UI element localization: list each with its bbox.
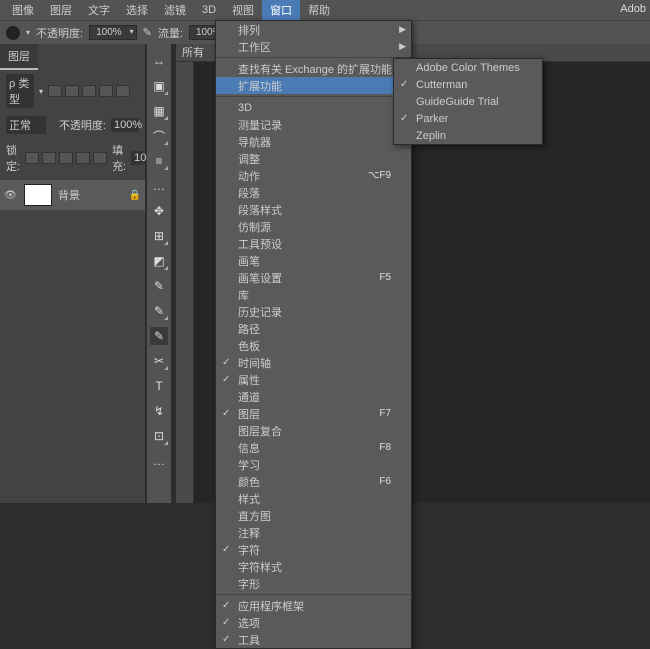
flow-label: 流量: <box>158 25 183 41</box>
menu-item[interactable]: 学习 <box>216 456 411 473</box>
tool-5[interactable]: … <box>150 177 168 195</box>
app-label: Adob <box>620 3 646 15</box>
menu-item[interactable]: 画笔 <box>216 252 411 269</box>
menu-图像[interactable]: 图像 <box>4 0 42 21</box>
menu-item[interactable]: 历史记录 <box>216 303 411 320</box>
lock-badges[interactable] <box>25 152 107 164</box>
side-toolbar: ↔▣▦⌒≡…✥⊞◩✎✎✎✂T↯⊡… <box>147 44 171 503</box>
tool-16[interactable]: … <box>150 452 168 470</box>
tool-14[interactable]: ↯ <box>150 402 168 420</box>
layers-tab[interactable]: 图层 <box>0 44 38 70</box>
menu-item[interactable]: 导航器 <box>216 133 411 150</box>
ruler-vertical <box>176 62 194 503</box>
menu-item[interactable]: 色板 <box>216 337 411 354</box>
menu-图层[interactable]: 图层 <box>42 0 80 21</box>
menu-3D[interactable]: 3D <box>194 1 224 19</box>
tool-6[interactable]: ✥ <box>150 202 168 220</box>
tool-12[interactable]: ✂ <box>150 352 168 370</box>
tool-11[interactable]: ✎ <box>150 327 168 345</box>
menu-item[interactable]: 查找有关 Exchange 的扩展功能… <box>216 60 411 77</box>
menu-选择[interactable]: 选择 <box>118 0 156 21</box>
tool-10[interactable]: ✎ <box>150 302 168 320</box>
menu-视图[interactable]: 视图 <box>224 0 262 21</box>
menu-文字[interactable]: 文字 <box>80 0 118 21</box>
tool-15[interactable]: ⊡ <box>150 427 168 445</box>
pressure-icon[interactable]: ✎ <box>143 26 152 39</box>
menu-帮助[interactable]: 帮助 <box>300 0 338 21</box>
menu-item[interactable]: 仿制源 <box>216 218 411 235</box>
menu-item[interactable]: ✓Parker <box>394 110 542 127</box>
tool-3[interactable]: ⌒ <box>150 127 168 145</box>
menu-滤镜[interactable]: 滤镜 <box>156 0 194 21</box>
menu-item[interactable]: ✓Cutterman <box>394 76 542 93</box>
menu-item[interactable]: 动作⌥F9 <box>216 167 411 184</box>
extensions-submenu: Adobe Color Themes✓CuttermanGuideGuide T… <box>393 58 543 145</box>
menu-item[interactable]: 扩展功能▶ <box>216 77 411 94</box>
menu-item[interactable]: ✓属性 <box>216 371 411 388</box>
tool-8[interactable]: ◩ <box>150 252 168 270</box>
menu-item[interactable]: 测量记录 <box>216 116 411 133</box>
menu-item[interactable]: 字符样式 <box>216 558 411 575</box>
tool-13[interactable]: T <box>150 377 168 395</box>
opacity-label: 不透明度: <box>36 25 83 41</box>
layer-name[interactable]: 背景 <box>58 187 80 203</box>
menu-item[interactable]: 3D <box>216 99 411 116</box>
menu-item[interactable]: 工作区▶ <box>216 38 411 55</box>
filter-kind[interactable]: ρ 类型 <box>6 74 34 108</box>
fill-label: 填充: <box>112 142 126 174</box>
menu-item[interactable]: 样式 <box>216 490 411 507</box>
menu-item[interactable]: 路径 <box>216 320 411 337</box>
menu-item[interactable]: ✓字符 <box>216 541 411 558</box>
opacity-label: 不透明度: <box>59 117 106 133</box>
menu-item[interactable]: 图层复合 <box>216 422 411 439</box>
menu-item[interactable]: 调整 <box>216 150 411 167</box>
menu-item[interactable]: ✓应用程序框架 <box>216 597 411 614</box>
tool-2[interactable]: ▦ <box>150 102 168 120</box>
menu-item[interactable]: 通道 <box>216 388 411 405</box>
layer-opacity[interactable]: 100% <box>111 118 139 132</box>
menu-item[interactable]: GuideGuide Trial <box>394 93 542 110</box>
menu-item[interactable]: ✓选项 <box>216 614 411 631</box>
menu-item[interactable]: 段落 <box>216 184 411 201</box>
chevron-icon: ▾ <box>39 87 43 96</box>
layer-thumb[interactable] <box>24 184 52 206</box>
tool-7[interactable]: ⊞ <box>150 227 168 245</box>
menu-item[interactable]: 直方图 <box>216 507 411 524</box>
menu-item[interactable]: 排列▶ <box>216 21 411 38</box>
menu-item[interactable]: 字形 <box>216 575 411 592</box>
lock-icon[interactable]: 🔒 <box>129 190 141 201</box>
menu-item[interactable]: 库 <box>216 286 411 303</box>
menu-item[interactable]: ✓工具 <box>216 631 411 648</box>
menu-bar: 图像图层文字选择滤镜3D视图窗口帮助 <box>0 0 650 20</box>
menu-item[interactable]: 工具预设 <box>216 235 411 252</box>
menu-窗口[interactable]: 窗口 <box>262 0 300 21</box>
menu-item[interactable]: ✓图层F7 <box>216 405 411 422</box>
tool-9[interactable]: ✎ <box>150 277 168 295</box>
layer-row[interactable]: 👁 背景 🔒 <box>0 180 145 210</box>
menu-item[interactable]: 画笔设置F5 <box>216 269 411 286</box>
filter-badges[interactable] <box>48 85 130 97</box>
menu-item[interactable]: 信息F8 <box>216 439 411 456</box>
menu-item[interactable]: ✓时间轴 <box>216 354 411 371</box>
lock-label: 锁定: <box>6 142 20 174</box>
visibility-icon[interactable]: 👁 <box>4 190 18 201</box>
chevron-down-icon: ▾ <box>26 28 30 37</box>
brush-preview[interactable] <box>6 26 20 40</box>
window-menu: 排列▶工作区▶ 查找有关 Exchange 的扩展功能…扩展功能▶ 3D测量记录导航… <box>215 20 412 649</box>
opacity-select[interactable]: 100% <box>89 25 137 40</box>
menu-item[interactable]: 注释 <box>216 524 411 541</box>
menu-item[interactable]: Zeplin <box>394 127 542 144</box>
tool-1[interactable]: ▣ <box>150 77 168 95</box>
blend-mode[interactable]: 正常 <box>6 116 46 134</box>
menu-item[interactable]: Adobe Color Themes <box>394 59 542 76</box>
menu-item[interactable]: 颜色F6 <box>216 473 411 490</box>
layers-panel: 图层 ρ 类型 ▾ 正常 不透明度: 100% 锁定: 填充: 100% 👁 背… <box>0 44 145 503</box>
tool-4[interactable]: ≡ <box>150 152 168 170</box>
menu-item[interactable]: 段落样式 <box>216 201 411 218</box>
